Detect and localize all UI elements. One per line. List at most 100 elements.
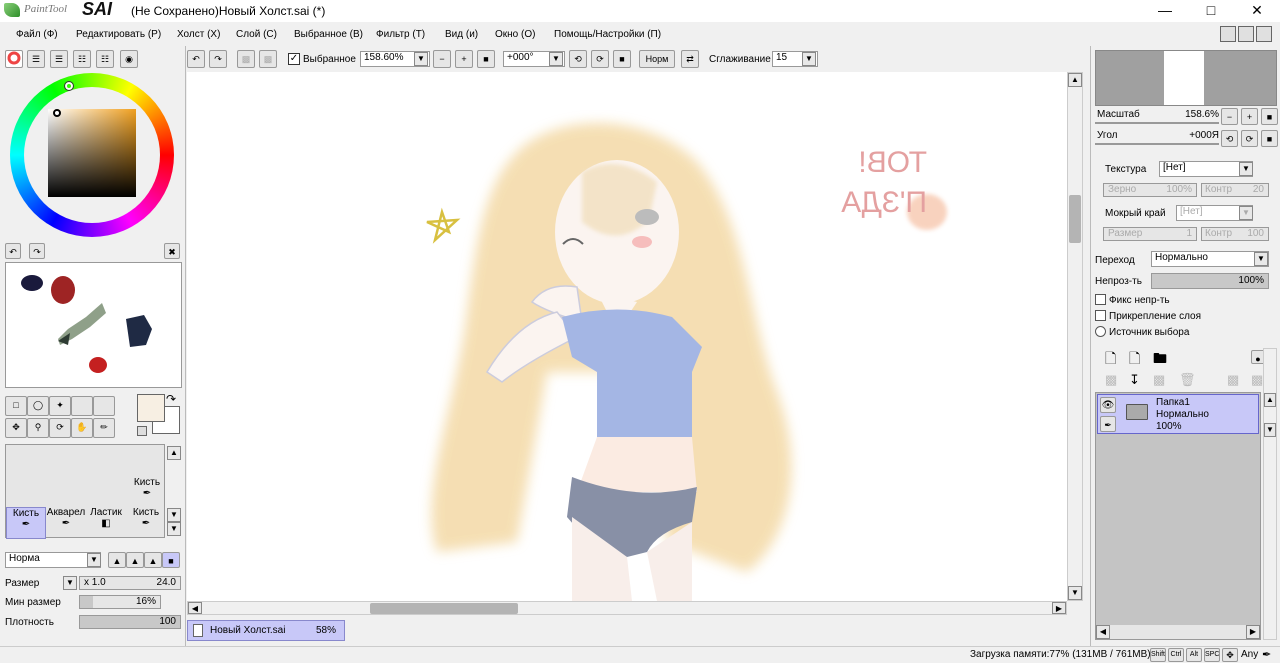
menu-help[interactable]: Помощь/Настройки (П) [554, 29, 661, 40]
brush-slot-top[interactable]: Кисть ✒ [128, 477, 166, 507]
scroll-right-icon[interactable]: ▶ [1052, 602, 1066, 614]
rotate-reset-icon[interactable]: ■ [613, 50, 631, 68]
selection-source-checkbox[interactable] [1095, 326, 1106, 337]
scroll-left-icon[interactable]: ◀ [1096, 625, 1110, 639]
rgb-sliders-tab-icon[interactable]: ☰ [27, 50, 45, 68]
blend-select[interactable]: Нормально [1151, 251, 1269, 267]
redo-icon[interactable]: ↷ [209, 50, 227, 68]
move-icon[interactable]: ✥ [5, 418, 27, 438]
zoom-out-icon[interactable]: − [433, 50, 451, 68]
hsv-sliders-tab-icon[interactable]: ☰ [50, 50, 68, 68]
brush-shape-1-icon[interactable]: ▲ [108, 552, 126, 568]
layers-hscroll[interactable]: ◀ ▶ [1096, 625, 1260, 639]
pen-edit-icon[interactable]: ✒ [1100, 416, 1116, 432]
density-slider[interactable]: 100 [79, 615, 181, 629]
scratchpad[interactable] [5, 262, 182, 388]
rotate-right-icon[interactable]: ⟳ [591, 50, 609, 68]
layers-vscroll[interactable]: ▲ ▼ [1263, 348, 1277, 640]
scroll-right-icon[interactable]: ▶ [1246, 625, 1260, 639]
merge-down-icon[interactable]: ↧ [1129, 372, 1140, 388]
scratchpad-tab-icon[interactable]: ☷ [96, 50, 114, 68]
rotate-icon[interactable]: ⟳ [49, 418, 71, 438]
angle-slider[interactable] [1095, 143, 1219, 145]
scroll-down-end-icon[interactable]: ▼ [167, 522, 181, 536]
zoom-icon[interactable]: ⚲ [27, 418, 49, 438]
vertical-scroll-thumb[interactable] [1069, 195, 1081, 243]
brush-slot-selected[interactable]: Кисть ✒ [6, 507, 46, 539]
hand-icon[interactable]: ✋ [71, 418, 93, 438]
canvas[interactable]: ТОВ! П'ЗДА [187, 72, 1067, 601]
scale-in-icon[interactable]: + [1241, 108, 1258, 125]
smoothing-dropdown-icon[interactable]: ▼ [802, 52, 816, 66]
color-wheel-tab-icon[interactable] [5, 50, 23, 68]
nav-rotate-right-icon[interactable]: ⟳ [1241, 130, 1258, 147]
primary-color-swatch[interactable] [137, 394, 165, 422]
hue-picker-handle[interactable] [64, 81, 74, 91]
brush-slot[interactable]: Кисть ✒ [126, 507, 166, 539]
horizontal-scrollbar[interactable]: ◀ ▶ [187, 601, 1067, 615]
layer-row[interactable]: 👁 ✒ Папка1 Нормально 100% [1097, 394, 1259, 434]
min-size-slider[interactable]: 16% [79, 595, 161, 609]
menu-canvas[interactable]: Холст (Х) [177, 29, 220, 40]
clip-layer-checkbox[interactable] [1095, 310, 1106, 321]
eyedropper-icon[interactable]: ✏ [93, 418, 115, 438]
zoom-in-icon[interactable]: + [455, 50, 473, 68]
scroll-up-icon[interactable]: ▲ [167, 446, 181, 460]
flip-button[interactable]: Норм [639, 50, 675, 68]
flip-horizontal-icon[interactable]: ⇄ [681, 50, 699, 68]
new-linework-layer-icon[interactable]: 🗋 [1129, 348, 1140, 372]
angle-dropdown-icon[interactable]: ▼ [549, 52, 563, 66]
menu-selection[interactable]: Выбранное (В) [294, 29, 363, 40]
scroll-up-icon[interactable]: ▲ [1264, 393, 1276, 407]
sv-picker-handle[interactable] [53, 109, 61, 117]
texture-dropdown-icon[interactable]: ▼ [1239, 162, 1253, 176]
scroll-up-icon[interactable]: ▲ [1068, 73, 1082, 87]
scroll-down-icon[interactable]: ▼ [1264, 423, 1276, 437]
document-tab[interactable]: Новый Холст.sai 58% [187, 620, 345, 641]
brush-slot[interactable]: Ластик ◧ [86, 507, 126, 539]
nav-rotate-left-icon[interactable]: ⟲ [1221, 130, 1238, 147]
deselect-icon[interactable]: ▩ [237, 50, 255, 68]
new-layer-icon[interactable]: 🗋 [1105, 348, 1116, 372]
swap-colors-icon[interactable]: ↷ [166, 392, 176, 406]
magic-wand-icon[interactable]: ✦ [49, 396, 71, 416]
nav-rotate-reset-icon[interactable]: ■ [1261, 130, 1278, 147]
eye-visibility-icon[interactable]: 👁 [1100, 397, 1116, 413]
invert-select-icon[interactable]: ▩ [259, 50, 277, 68]
blend-dropdown-icon[interactable]: ▼ [1254, 252, 1268, 266]
color-mixer-tab-icon[interactable]: ◉ [120, 50, 138, 68]
chevron-down-icon[interactable]: ▼ [87, 553, 101, 567]
menu-window[interactable]: Окно (О) [495, 29, 535, 40]
swatches-tab-icon[interactable]: ☷ [73, 50, 91, 68]
mdi-close-icon[interactable] [1256, 26, 1272, 42]
scale-out-icon[interactable]: − [1221, 108, 1238, 125]
menu-edit[interactable]: Редактировать (Р) [76, 29, 161, 40]
rotate-left-icon[interactable]: ⟲ [569, 50, 587, 68]
maximize-button[interactable]: □ [1188, 0, 1234, 22]
rect-select-icon[interactable]: □ [5, 396, 27, 416]
menu-filter[interactable]: Фильтр (Т) [376, 29, 425, 40]
scale-slider[interactable] [1095, 122, 1219, 124]
brush-shape-3-icon[interactable]: ▲ [144, 552, 162, 568]
saturation-value-square[interactable] [48, 109, 136, 197]
selection-checkbox[interactable]: ✓ [288, 53, 300, 65]
close-button[interactable]: ✕ [1234, 0, 1280, 22]
new-folder-icon[interactable]: 🖿 [1153, 348, 1167, 372]
mdi-minimize-icon[interactable] [1220, 26, 1236, 42]
zoom-reset-icon[interactable]: ■ [477, 50, 495, 68]
lock-opacity-checkbox[interactable] [1095, 294, 1106, 305]
lasso-icon[interactable]: ◯ [27, 396, 49, 416]
menu-layer[interactable]: Слой (С) [236, 29, 277, 40]
clear-scratch-icon[interactable]: ✖ [164, 243, 180, 259]
scroll-down-icon[interactable]: ▼ [1068, 586, 1082, 600]
menu-file[interactable]: Файл (Ф) [16, 29, 58, 40]
transparent-color-icon[interactable] [137, 426, 147, 436]
minimize-button[interactable]: — [1142, 0, 1188, 22]
brush-shape-4-icon[interactable]: ■ [162, 552, 180, 568]
undo-icon[interactable]: ↶ [187, 50, 205, 68]
zoom-dropdown-icon[interactable]: ▼ [414, 52, 428, 66]
menu-view[interactable]: Вид (и) [445, 29, 478, 40]
redo-scratch-icon[interactable]: ↷ [29, 243, 45, 259]
horizontal-scroll-thumb[interactable] [370, 603, 518, 614]
undo-scratch-icon[interactable]: ↶ [5, 243, 21, 259]
